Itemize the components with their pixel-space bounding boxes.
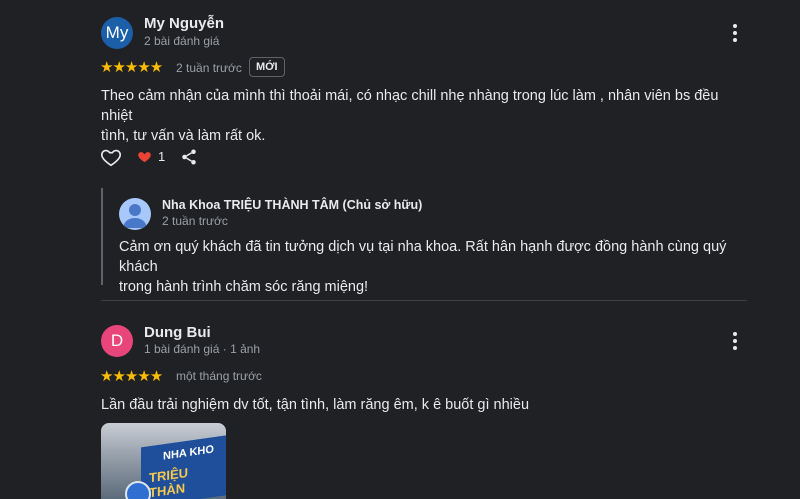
review-photo[interactable]: NHA KHO TRIỆU THÀN xyxy=(101,423,226,499)
avatar[interactable]: My xyxy=(101,17,133,49)
reply-text: Cảm ơn quý khách đã tin tưởng dịch vụ tạ… xyxy=(119,239,727,295)
person-icon xyxy=(123,204,147,228)
reviewer-meta[interactable]: 2 bài đánh giá xyxy=(144,34,219,48)
reviewer-name[interactable]: Dung Bui xyxy=(144,324,211,341)
reply-time: 2 tuần trước xyxy=(162,214,228,228)
reviewer-name[interactable]: My Nguyễn xyxy=(144,15,224,32)
review-text: Theo cảm nhận của mình thì thoải mái, có… xyxy=(101,88,719,144)
heart-filled-icon xyxy=(138,152,151,163)
heart-outline-icon xyxy=(101,149,121,167)
more-options-button[interactable] xyxy=(725,331,745,351)
more-options-button[interactable] xyxy=(725,23,745,43)
like-count[interactable]: 1 xyxy=(137,149,165,164)
new-badge: MỚI xyxy=(249,57,285,77)
review-time: một tháng trước xyxy=(176,369,262,383)
review-text: Lần đầu trải nghiệm dv tốt, tận tình, là… xyxy=(101,397,530,413)
like-button[interactable] xyxy=(100,146,122,168)
reply-border xyxy=(101,188,103,285)
review-time: 2 tuần trước xyxy=(176,61,242,75)
avatar[interactable]: D xyxy=(101,325,133,357)
share-icon xyxy=(182,149,196,165)
star-rating: ★★★★★ xyxy=(100,59,163,76)
owner-name[interactable]: Nha Khoa TRIỆU THÀNH TÂM (Chủ sở hữu) xyxy=(162,198,422,212)
owner-avatar[interactable] xyxy=(119,198,151,230)
share-button[interactable] xyxy=(180,148,198,166)
review-divider xyxy=(101,300,747,301)
star-rating: ★★★★★ xyxy=(100,368,163,385)
reviewer-meta[interactable]: 1 bài đánh giá · 1 ảnh xyxy=(144,342,260,356)
